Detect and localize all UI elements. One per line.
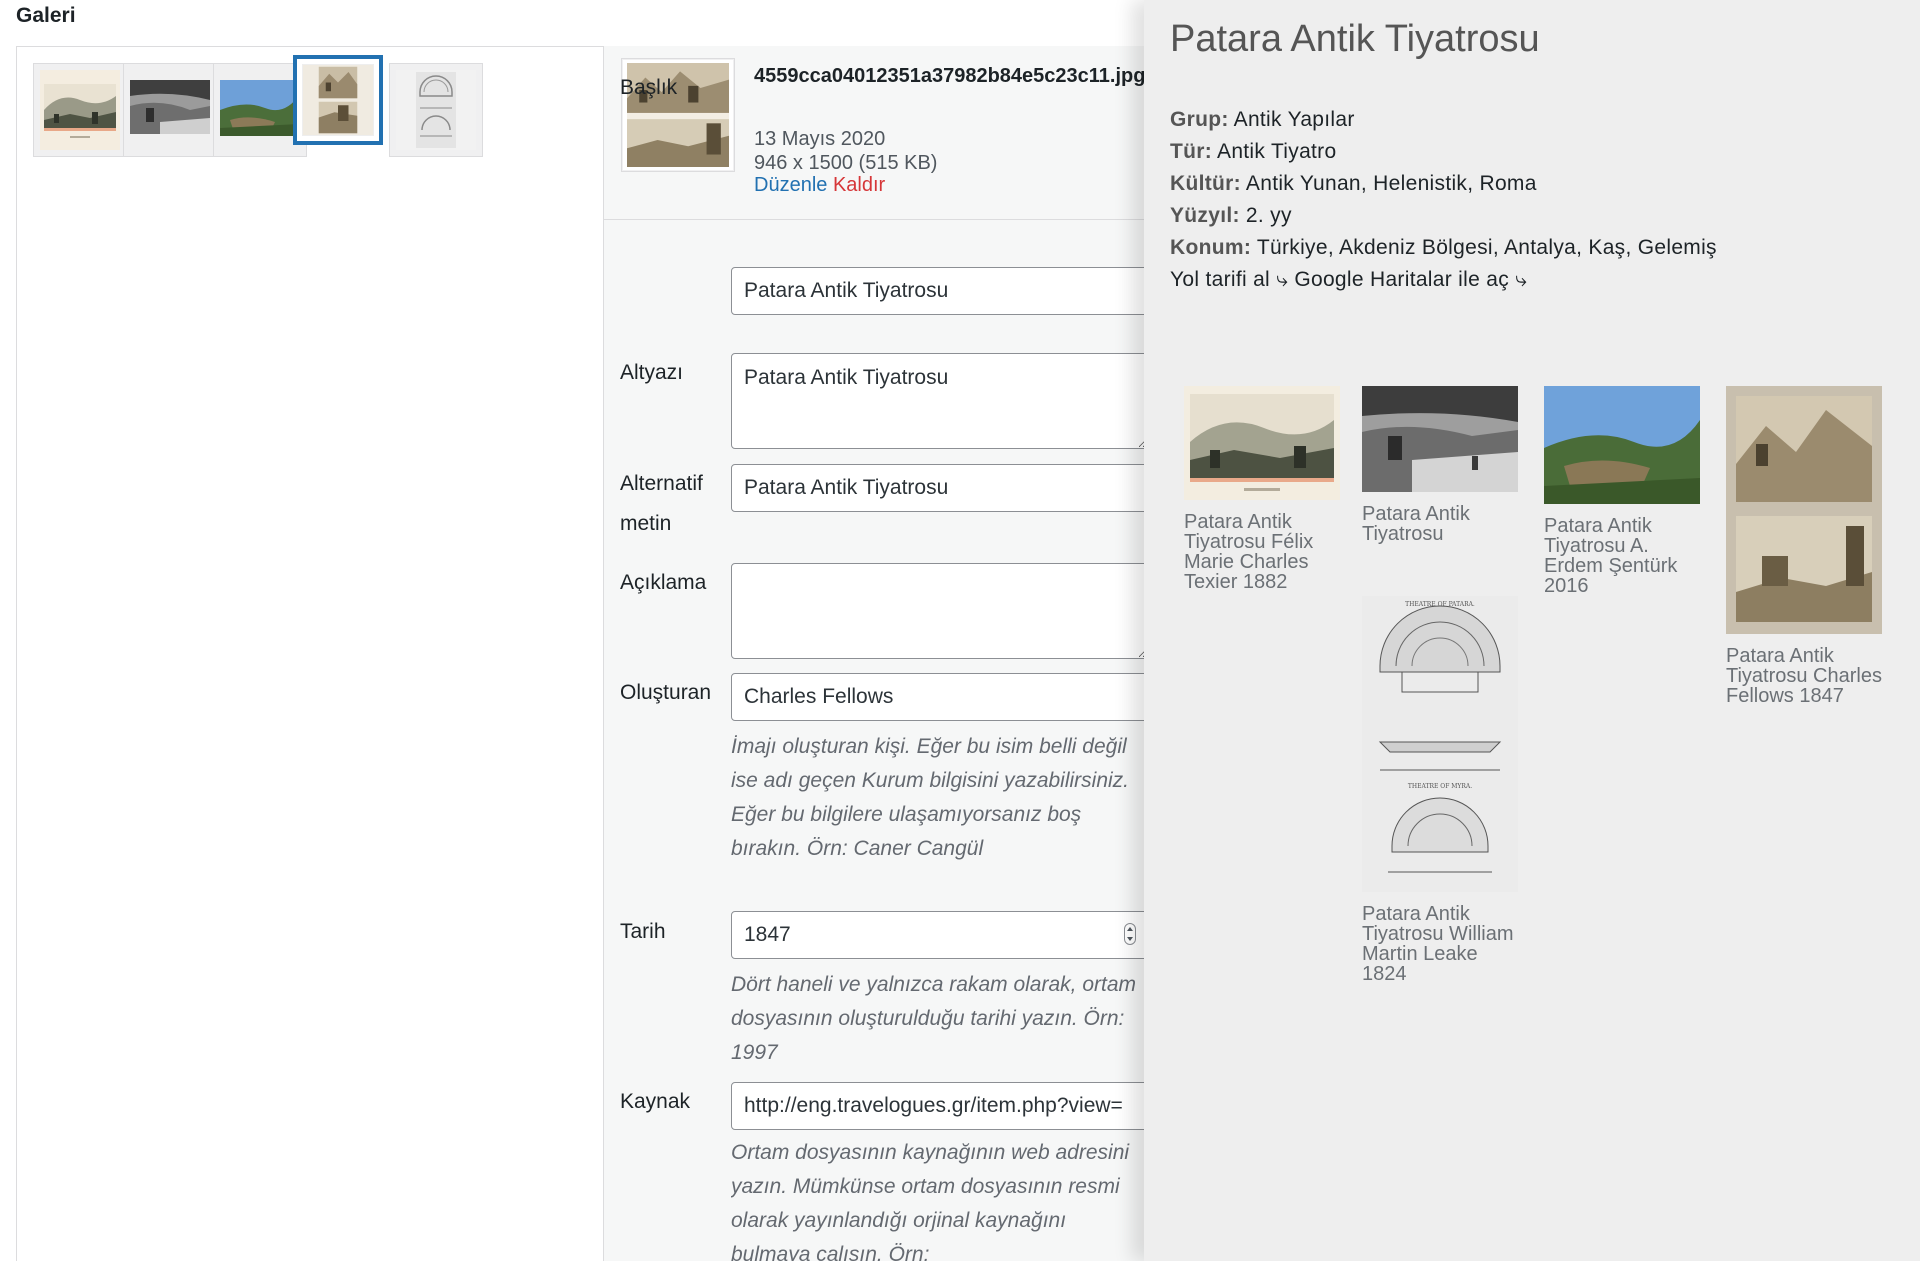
info-culture-key: Kültür: <box>1170 172 1241 195</box>
date-number-input[interactable] <box>731 911 1148 959</box>
preview-caption-1: Patara Antik Tiyatrosu Félix Marie Charl… <box>1184 511 1314 593</box>
description-textarea[interactable] <box>731 563 1148 659</box>
plan-drawing-image: THEATRE OF PATARA. THEATRE OF MYRA. <box>1362 596 1518 892</box>
preview-caption-3: Patara Antik Tiyatrosu A. Erdem Şentürk … <box>1544 515 1678 597</box>
info-row-location: Konum: Türkiye, Akdeniz Bölgesi, Antalya… <box>1170 232 1717 264</box>
source-url-input[interactable] <box>731 1082 1148 1130</box>
engraving-landscape-image <box>1184 386 1340 500</box>
date-help-text: Dört haneli ve yalnızca rakam olarak, or… <box>731 973 1136 1064</box>
creator-label: Oluşturan <box>620 681 712 704</box>
preview-caption-5: Patara Antik Tiyatrosu William Martin Le… <box>1362 903 1514 985</box>
info-location-key: Konum: <box>1170 236 1252 259</box>
source-help-text: Ortam dosyasının kaynağının web adresini… <box>731 1141 1130 1261</box>
delete-image-link[interactable]: Kaldır <box>833 174 885 196</box>
info-type-key: Tür: <box>1170 140 1213 163</box>
color-photo-thumbnail <box>220 70 300 150</box>
title-label: Başlık <box>620 76 678 99</box>
info-row-century: Yüzyıl: 2. yy <box>1170 200 1717 232</box>
directions-link[interactable]: Yol tarifi al ⤷ Google Haritalar ile aç … <box>1170 264 1717 296</box>
grayscale-photo-image <box>1362 386 1518 492</box>
date-field-wrap <box>731 911 1148 959</box>
preview-image-4 <box>1726 386 1882 634</box>
stepper-arrows-icon[interactable] <box>1124 923 1136 945</box>
preview-panel: Patara Antik Tiyatrosu Grup: Antik Yapıl… <box>1144 0 1920 1261</box>
gallery-thumb-1[interactable] <box>33 63 127 157</box>
grayscale-photo-thumbnail <box>130 70 210 150</box>
title-input[interactable] <box>731 267 1148 315</box>
info-century-key: Yüzyıl: <box>1170 204 1240 227</box>
attachment-actions: Düzenle Kaldır <box>754 174 885 197</box>
info-location-value: Türkiye, Akdeniz Bölgesi, Antalya, Kaş, … <box>1256 236 1717 259</box>
plan-drawing-thumbnail <box>396 70 476 150</box>
preview-caption-2: Patara Antik Tiyatrosu <box>1362 503 1470 545</box>
info-group-value: Antik Yapılar <box>1233 108 1355 131</box>
attachment-filename: 4559cca04012351a37982b84e5c23c11.jpg <box>754 65 1146 87</box>
preview-image-5: THEATRE OF PATARA. THEATRE OF MYRA. <box>1362 596 1518 892</box>
preview-image-2 <box>1362 386 1518 492</box>
preview-image-3 <box>1544 386 1700 504</box>
gallery-heading: Galeri <box>16 4 76 27</box>
source-label: Kaynak <box>620 1090 691 1113</box>
sepia-two-panel-image <box>1726 386 1882 634</box>
preview-title: Patara Antik Tiyatrosu <box>1170 18 1540 60</box>
plan-title-myra: THEATRE OF MYRA. <box>1408 783 1472 790</box>
info-culture-value: Antik Yunan, Helenistik, Roma <box>1245 172 1537 195</box>
color-photo-image <box>1544 386 1700 504</box>
attachment-dimensions: 946 x 1500 (515 KB) <box>754 152 938 174</box>
caption-textarea[interactable]: Patara Antik Tiyatrosu <box>731 353 1148 449</box>
alt-text-label-line2: metin <box>620 512 672 535</box>
info-type-value: Antik Tiyatro <box>1217 140 1337 163</box>
preview-caption-4: Patara Antik Tiyatrosu Charles Fellows 1… <box>1726 645 1882 707</box>
alt-text-input[interactable] <box>731 464 1148 512</box>
alt-text-label-line1: Alternatif <box>620 472 703 495</box>
preview-info-list: Grup: Antik Yapılar Tür: Antik Tiyatro K… <box>1170 104 1717 296</box>
info-group-key: Grup: <box>1170 108 1229 131</box>
attachment-details: 4559cca04012351a37982b84e5c23c11.jpg 13 … <box>603 46 1164 1261</box>
preview-image-1 <box>1184 386 1340 500</box>
edit-image-link[interactable]: Düzenle <box>754 174 827 196</box>
caption-label: Altyazı <box>620 361 684 384</box>
screen: Galeri 4559cca04012351a37982b84e5c23c11.… <box>0 0 1920 1261</box>
date-label: Tarih <box>620 920 666 943</box>
creator-input[interactable] <box>731 673 1148 721</box>
info-row-type: Tür: Antik Tiyatro <box>1170 136 1717 168</box>
info-row-group: Grup: Antik Yapılar <box>1170 104 1717 136</box>
engraving-landscape-thumbnail <box>40 70 120 150</box>
gallery-thumb-2[interactable] <box>123 63 217 157</box>
info-row-culture: Kültür: Antik Yunan, Helenistik, Roma <box>1170 168 1717 200</box>
gallery-thumb-4-selected[interactable] <box>293 55 383 145</box>
gallery-panel: 4559cca04012351a37982b84e5c23c11.jpg 13 … <box>16 46 1164 1261</box>
description-label: Açıklama <box>620 571 707 594</box>
creator-help-text: İmajı oluşturan kişi. Eğer bu isim belli… <box>731 735 1130 860</box>
attachment-date: 13 Mayıs 2020 <box>754 128 886 150</box>
info-century-value: 2. yy <box>1245 204 1292 227</box>
gallery-thumb-5[interactable] <box>389 63 483 157</box>
attachment-info: 4559cca04012351a37982b84e5c23c11.jpg 13 … <box>604 46 1164 220</box>
sepia-two-panel-thumbnail <box>303 65 373 135</box>
